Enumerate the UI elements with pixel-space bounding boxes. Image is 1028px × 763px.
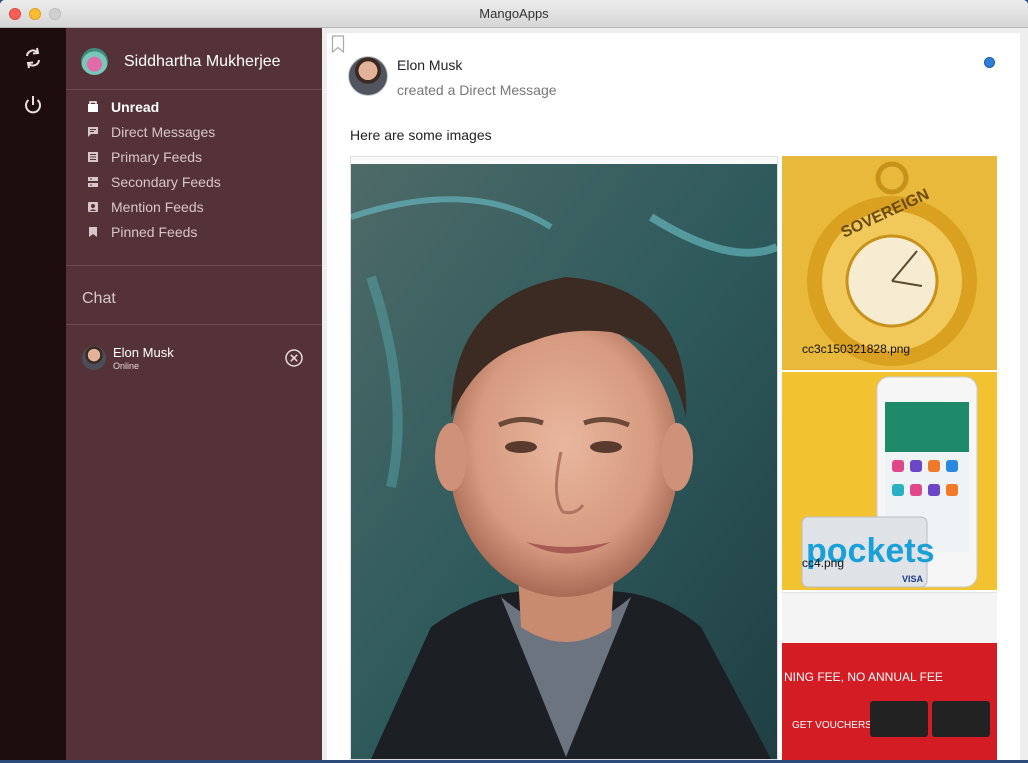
divider bbox=[66, 265, 322, 266]
author-name[interactable]: Elon Musk bbox=[397, 57, 462, 73]
list-icon bbox=[86, 150, 100, 164]
nav-item-direct-messages[interactable]: Direct Messages bbox=[66, 119, 322, 144]
divider bbox=[66, 89, 322, 90]
svg-text:GET VOUCHERS: GET VOUCHERS bbox=[792, 720, 872, 731]
unread-indicator bbox=[984, 57, 995, 68]
attachment-image-card-offer[interactable]: NING FEE, NO ANNUAL FEE GET VOUCHERS bbox=[782, 592, 997, 760]
message-icon bbox=[86, 125, 100, 139]
attachment-filename: cc3c150321828.png bbox=[802, 342, 911, 356]
nav-label: Secondary Feeds bbox=[111, 173, 221, 190]
author-avatar[interactable] bbox=[348, 56, 388, 96]
bookmark-icon[interactable] bbox=[331, 35, 345, 54]
divider bbox=[66, 324, 322, 325]
post-message: Here are some images bbox=[350, 127, 492, 143]
stack-icon bbox=[86, 175, 100, 189]
title-bar: MangoApps bbox=[0, 0, 1028, 28]
nav-label: Direct Messages bbox=[111, 123, 216, 140]
app-window: MangoApps Siddhartha Mukherjee Unread Di… bbox=[0, 0, 1028, 760]
nav-item-mention-feeds[interactable]: Mention Feeds bbox=[66, 194, 322, 219]
window-title: MangoApps bbox=[479, 6, 549, 21]
attachment-image-gold-bonds[interactable]: SOVEREIGN cc3c150321828.png bbox=[782, 156, 997, 370]
nav-item-secondary-feeds[interactable]: Secondary Feeds bbox=[66, 169, 322, 194]
attachment-image-pockets[interactable]: pockets VISA cc4.png bbox=[782, 372, 997, 590]
post-card: Elon Musk created a Direct Message Here … bbox=[327, 33, 1020, 760]
nav-item-unread[interactable]: Unread bbox=[66, 94, 322, 119]
attachment-filename: cc4.png bbox=[802, 556, 845, 570]
nav-label: Unread bbox=[111, 98, 160, 115]
nav-label: Primary Feeds bbox=[111, 148, 203, 165]
close-chat-icon[interactable] bbox=[284, 348, 304, 368]
nav-list: Unread Direct Messages Primary Feeds Sec… bbox=[66, 94, 322, 244]
icon-rail bbox=[0, 28, 66, 760]
refresh-icon[interactable] bbox=[21, 46, 45, 70]
nav-item-primary-feeds[interactable]: Primary Feeds bbox=[66, 144, 322, 169]
main-panel: Elon Musk created a Direct Message Here … bbox=[322, 28, 1028, 760]
profile-name: Siddhartha Mukherjee bbox=[124, 53, 281, 70]
profile-avatar[interactable] bbox=[81, 48, 108, 75]
svg-text:VISA: VISA bbox=[902, 574, 924, 584]
svg-text:NING FEE, NO ANNUAL FEE: NING FEE, NO ANNUAL FEE bbox=[784, 670, 943, 684]
chat-section-title: Chat bbox=[82, 290, 116, 307]
attachment-image-portrait[interactable] bbox=[350, 156, 778, 760]
nav-label: Mention Feeds bbox=[111, 198, 204, 215]
inbox-icon bbox=[86, 100, 100, 114]
contact-name: Elon Musk bbox=[113, 345, 174, 360]
power-icon[interactable] bbox=[21, 93, 45, 117]
contact-status: Online bbox=[113, 361, 140, 371]
chat-contact-item[interactable]: Elon Musk Online bbox=[66, 342, 322, 376]
bookmark-icon bbox=[86, 225, 100, 239]
sidebar: Siddhartha Mukherjee Unread Direct Messa… bbox=[66, 28, 322, 760]
contact-icon bbox=[86, 200, 100, 214]
nav-label: Pinned Feeds bbox=[111, 223, 198, 240]
nav-item-pinned-feeds[interactable]: Pinned Feeds bbox=[66, 219, 322, 244]
post-action-text: created a Direct Message bbox=[397, 82, 557, 98]
contact-avatar bbox=[82, 346, 106, 370]
